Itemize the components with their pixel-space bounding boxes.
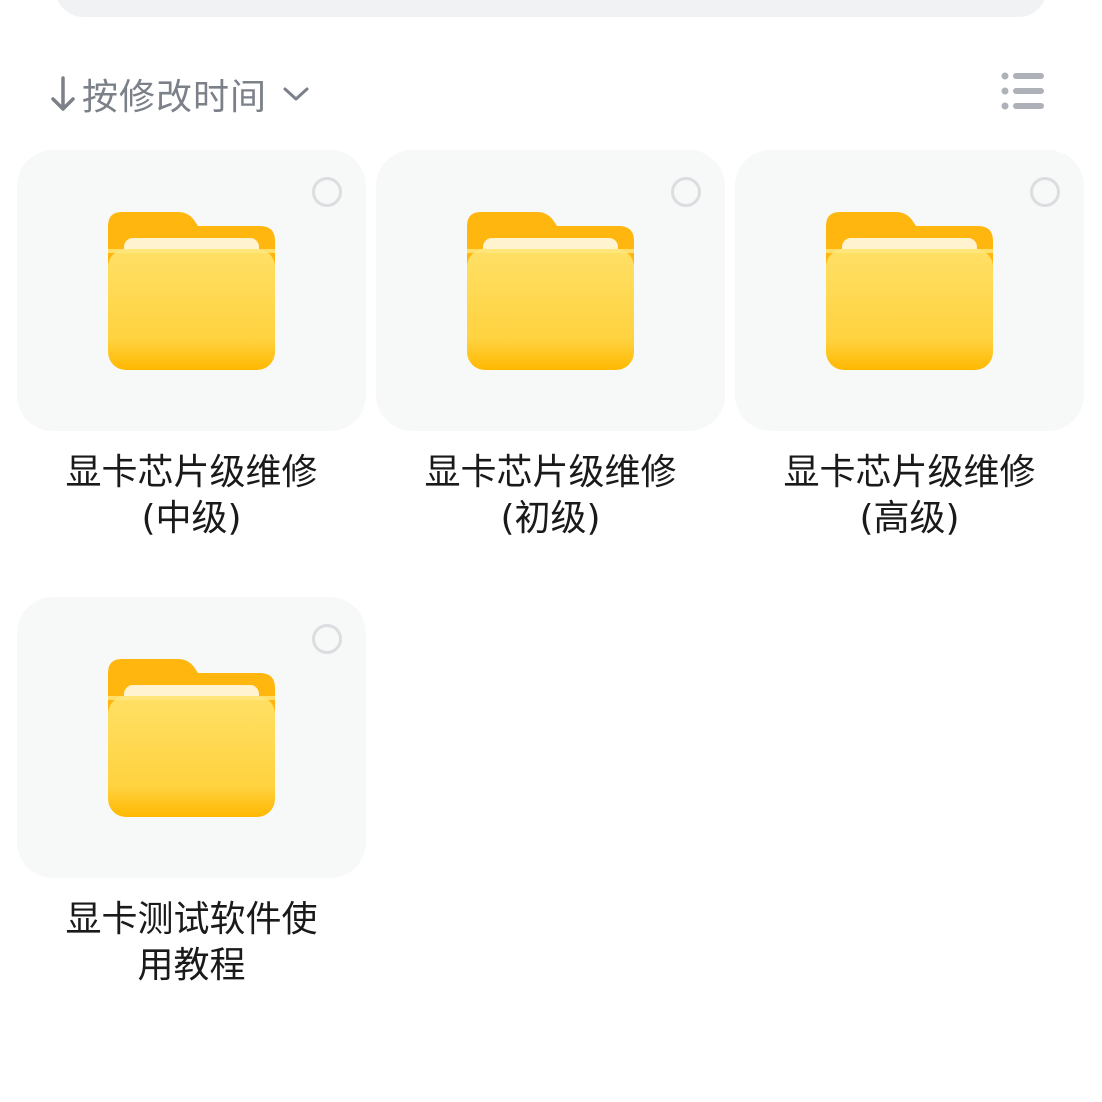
folder-tile[interactable] [376, 150, 725, 431]
folder-grid: 显卡芯片级维修 (中级) 显卡芯片级维修 (初级) 显卡芯片级维修 (高级) 显… [17, 150, 1087, 1044]
search-bar[interactable] [55, 0, 1047, 17]
select-checkbox[interactable] [1030, 177, 1060, 207]
folder-icon [826, 212, 993, 370]
folder-item[interactable]: 显卡芯片级维修 (高级) [735, 150, 1084, 597]
select-checkbox[interactable] [671, 177, 701, 207]
folder-item[interactable]: 显卡芯片级维修 (初级) [376, 150, 725, 597]
folder-icon [467, 212, 634, 370]
folder-icon [108, 659, 275, 817]
select-checkbox[interactable] [312, 177, 342, 207]
view-toggle-button[interactable] [998, 70, 1048, 116]
sort-label: 按修改时间 [82, 77, 268, 118]
sort-control[interactable]: 按修改时间 [48, 68, 313, 120]
select-checkbox[interactable] [312, 624, 342, 654]
folder-name: 显卡芯片级维修 (中级) [65, 452, 318, 539]
folder-icon [108, 212, 275, 370]
folder-item[interactable]: 显卡测试软件使 用教程 [17, 597, 366, 1044]
folder-item[interactable]: 显卡芯片级维修 (中级) [17, 150, 366, 597]
chevron-down-icon [279, 77, 313, 111]
folder-name: 显卡芯片级维修 (高级) [783, 452, 1036, 539]
file-browser-page: 按修改时间 显卡芯片级维修 (中级) 显卡芯片级维修 (初级) 显卡芯片级维修 … [0, 0, 1102, 1102]
folder-name: 显卡芯片级维修 (初级) [424, 452, 677, 539]
arrow-down-icon [48, 72, 78, 116]
folder-name: 显卡测试软件使 用教程 [65, 899, 318, 986]
folder-tile[interactable] [735, 150, 1084, 431]
folder-tile[interactable] [17, 597, 366, 878]
list-view-icon [1000, 70, 1046, 116]
folder-tile[interactable] [17, 150, 366, 431]
